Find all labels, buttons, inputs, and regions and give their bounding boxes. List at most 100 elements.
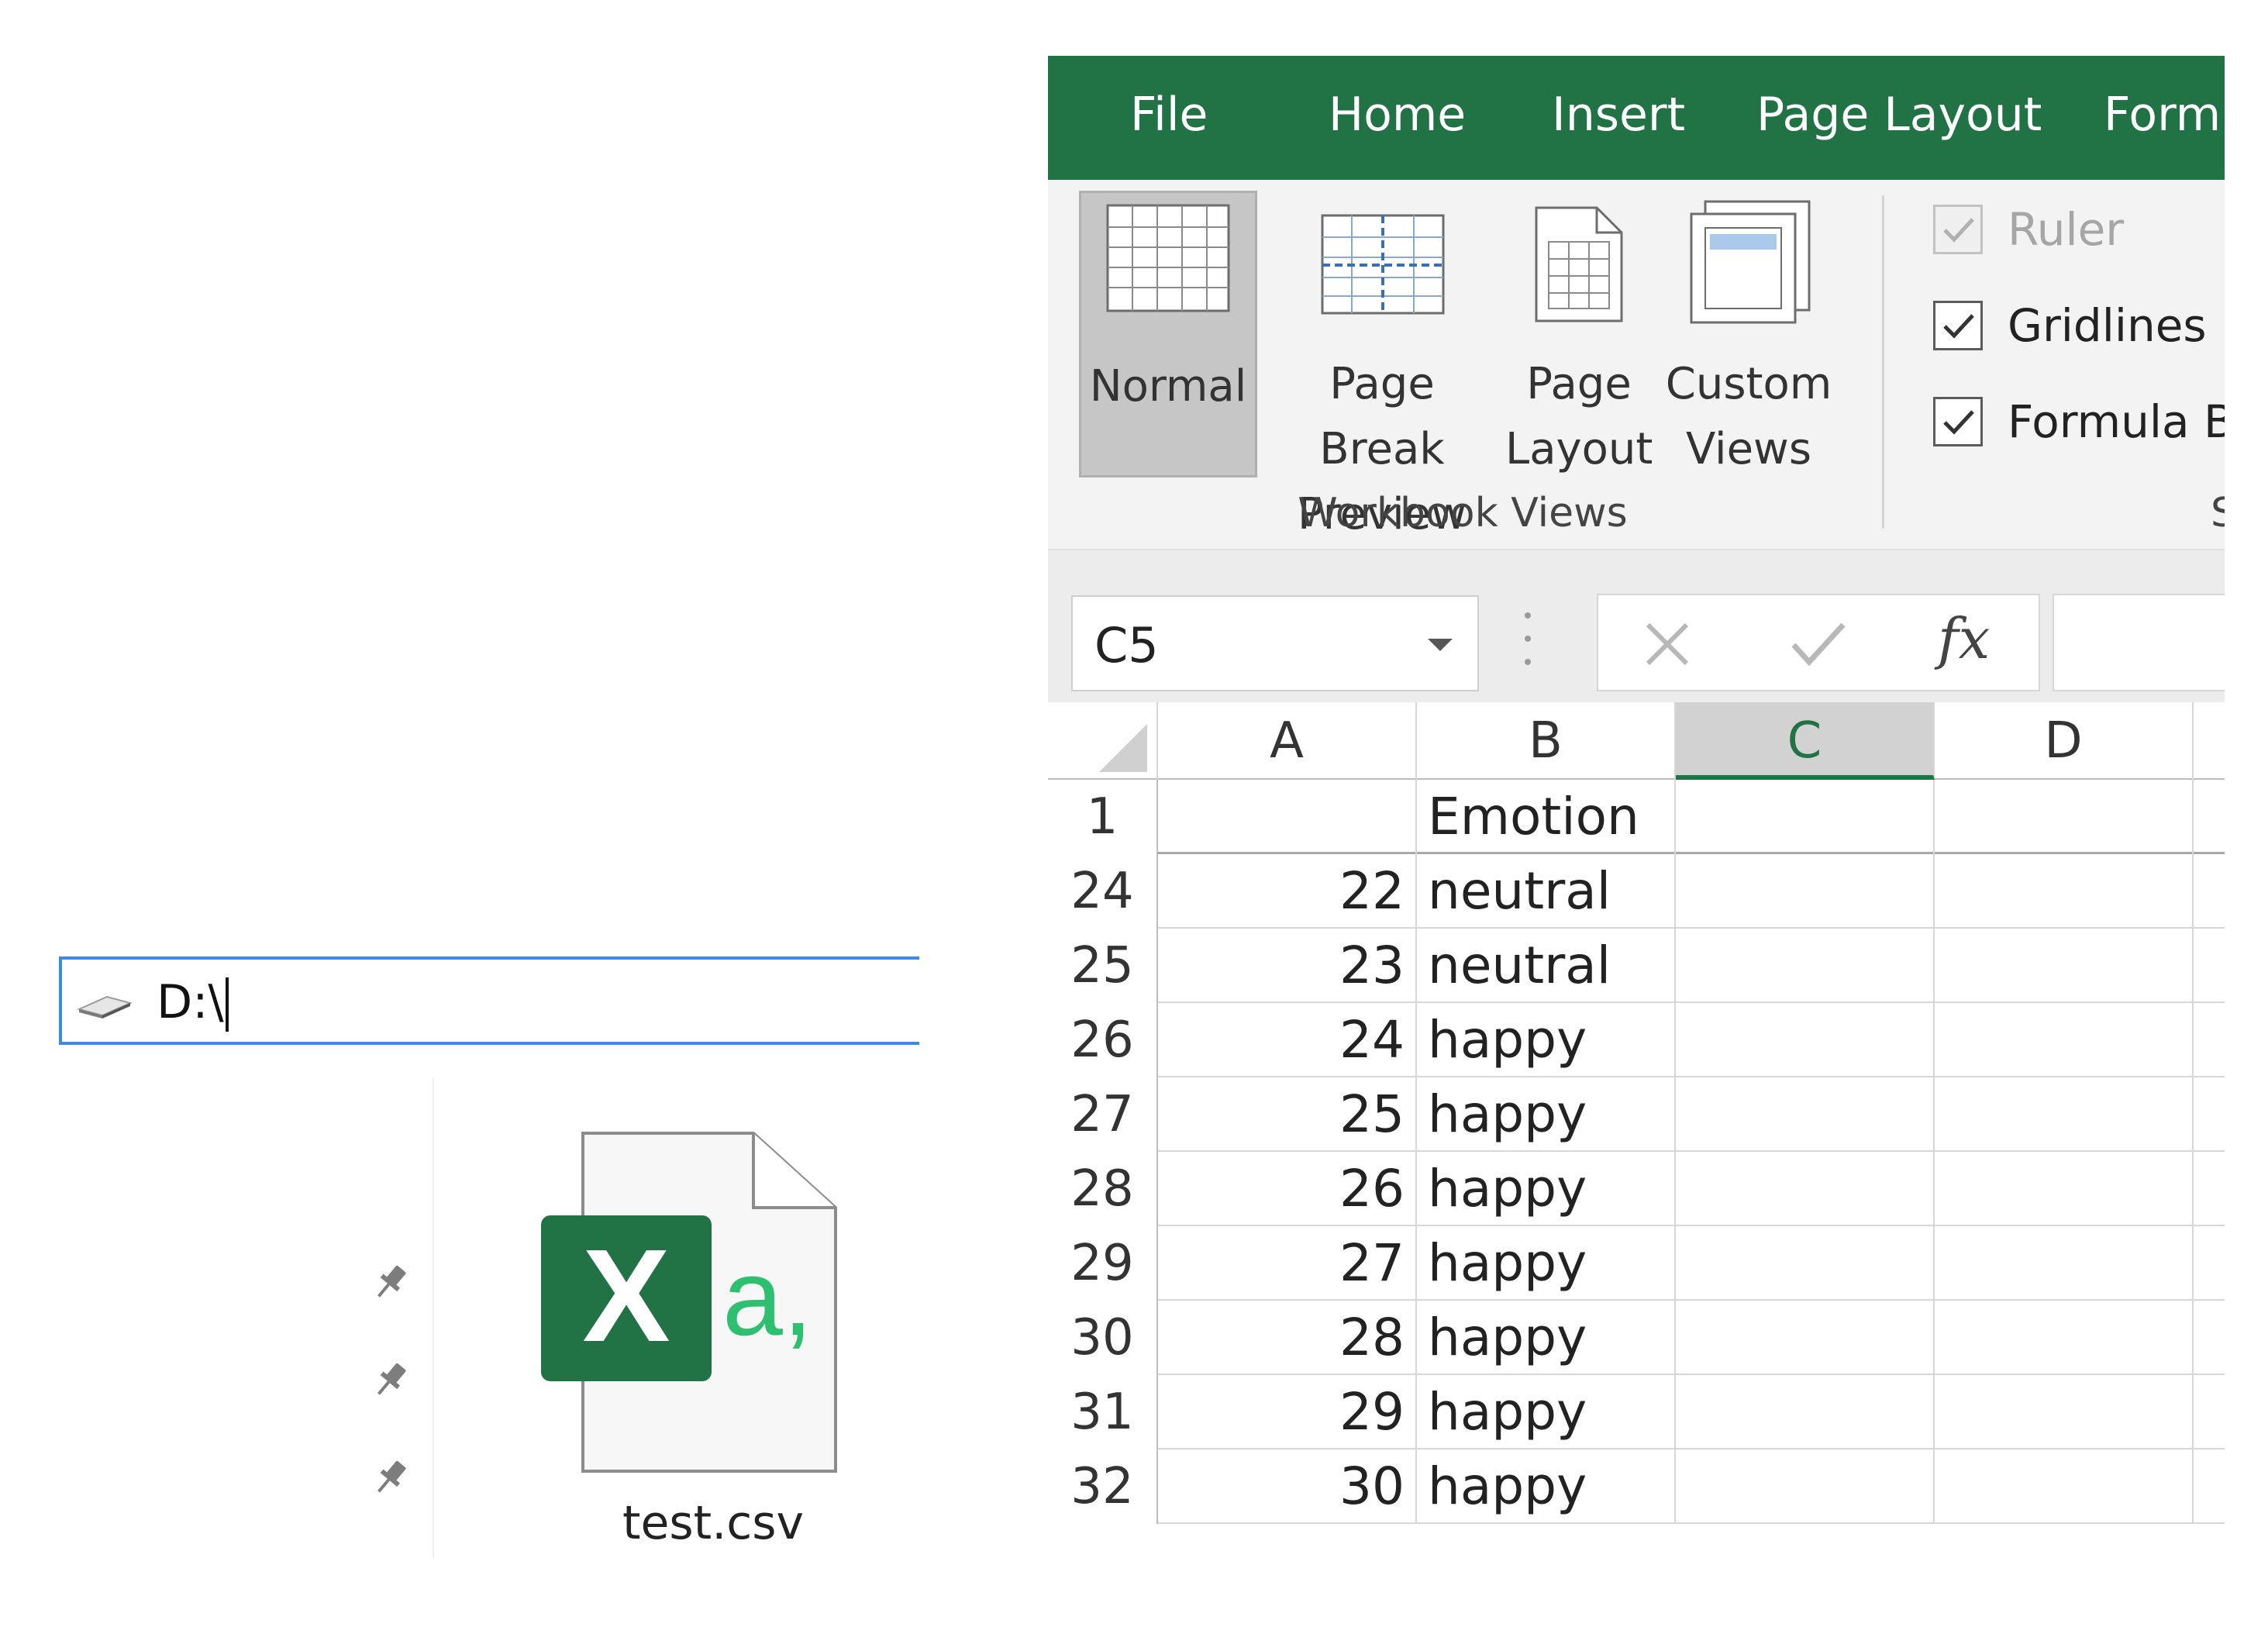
normal-view-button[interactable]: Normal (1079, 191, 1257, 477)
column-header-b[interactable]: B (1417, 702, 1676, 780)
page-break-preview-button[interactable]: Page Break Preview (1263, 191, 1501, 539)
cell-d[interactable] (1935, 854, 2194, 929)
pin-icon[interactable] (369, 1260, 412, 1304)
cell-e[interactable] (2194, 854, 2225, 929)
cell-e[interactable] (2194, 780, 2225, 854)
cell-a[interactable]: 29 (1158, 1375, 1417, 1449)
select-all-button[interactable] (1048, 702, 1158, 780)
cell-e[interactable] (2194, 1375, 2225, 1449)
row-header[interactable]: 24 (1048, 854, 1158, 929)
cell-b[interactable]: happy (1417, 1152, 1676, 1226)
cell-a[interactable]: 22 (1158, 854, 1417, 929)
ruler-checkbox[interactable]: Ruler (1933, 198, 2124, 260)
formula-input[interactable] (2053, 594, 2225, 691)
cell-e[interactable] (2194, 929, 2225, 1003)
cell-d[interactable] (1935, 1003, 2194, 1077)
cell-c[interactable] (1676, 1301, 1935, 1375)
column-header-a[interactable]: A (1158, 702, 1417, 780)
cell-b[interactable]: happy (1417, 1301, 1676, 1375)
cell-b[interactable]: happy (1417, 1375, 1676, 1449)
cell-d[interactable] (1935, 929, 2194, 1003)
nav-pane-divider[interactable] (433, 1077, 434, 1558)
row-header[interactable]: 31 (1048, 1375, 1158, 1449)
row-header[interactable]: 1 (1048, 780, 1158, 854)
cell-e[interactable] (2194, 1003, 2225, 1077)
cell-a[interactable]: 26 (1158, 1152, 1417, 1226)
insert-function-icon[interactable]: fx (1938, 606, 1990, 671)
tab-formulas[interactable]: Formu (2104, 87, 2225, 143)
cell-c[interactable] (1676, 929, 1935, 1003)
cell-d[interactable] (1935, 1226, 2194, 1301)
cell-c[interactable] (1676, 1077, 1935, 1152)
formula-bar-checkbox[interactable]: Formula Ba (1933, 391, 2225, 453)
cell-b[interactable]: Emotion (1417, 780, 1676, 854)
gridlines-check-box[interactable] (1933, 301, 1983, 350)
custom-views-button[interactable]: Custom Views (1657, 191, 1840, 477)
tab-file[interactable]: File (1130, 87, 1208, 143)
cell-d[interactable] (1935, 1375, 2194, 1449)
column-header-d[interactable]: D (1935, 702, 2194, 780)
page-layout-view-button[interactable]: Page Layout (1505, 191, 1653, 477)
row-header[interactable]: 26 (1048, 1003, 1158, 1077)
cell-c[interactable] (1676, 1449, 1935, 1524)
cell-b[interactable]: happy (1417, 1003, 1676, 1077)
cell-d[interactable] (1935, 1152, 2194, 1226)
cell-a[interactable]: 30 (1158, 1449, 1417, 1524)
formula-bar: C5 fx (1048, 550, 2225, 702)
cell-e[interactable] (2194, 1449, 2225, 1524)
name-box[interactable]: C5 (1071, 595, 1479, 691)
pin-icon[interactable] (369, 1358, 412, 1401)
gridlines-checkbox[interactable]: Gridlines (1933, 295, 2207, 357)
row-header[interactable]: 28 (1048, 1152, 1158, 1226)
row-header[interactable]: 29 (1048, 1226, 1158, 1301)
row-header[interactable]: 25 (1048, 929, 1158, 1003)
cell-a[interactable] (1158, 780, 1417, 854)
cell-c[interactable] (1676, 1152, 1935, 1226)
tab-page-layout[interactable]: Page Layout (1756, 87, 2042, 143)
cell-d[interactable] (1935, 780, 2194, 854)
cell-d[interactable] (1935, 1077, 2194, 1152)
cell-c[interactable] (1676, 854, 1935, 929)
select-all-triangle-icon (1099, 724, 1147, 772)
cell-b[interactable]: neutral (1417, 854, 1676, 929)
chevron-down-icon[interactable] (1428, 639, 1453, 651)
cell-a[interactable]: 25 (1158, 1077, 1417, 1152)
tab-home[interactable]: Home (1329, 87, 1466, 143)
enter-check-icon[interactable] (1789, 619, 1848, 670)
column-header-c[interactable]: C (1676, 702, 1935, 780)
file-item-test-csv[interactable]: X a, test.csv (535, 1132, 891, 1573)
cell-c[interactable] (1676, 780, 1935, 854)
row-header[interactable]: 32 (1048, 1449, 1158, 1524)
row-header[interactable]: 27 (1048, 1077, 1158, 1152)
cell-b[interactable]: happy (1417, 1226, 1676, 1301)
cell-b[interactable]: happy (1417, 1077, 1676, 1152)
cell-a[interactable]: 28 (1158, 1301, 1417, 1375)
cell-a[interactable]: 27 (1158, 1226, 1417, 1301)
cell-a[interactable]: 23 (1158, 929, 1417, 1003)
gridlines-label: Gridlines (2008, 299, 2207, 352)
cell-e[interactable] (2194, 1077, 2225, 1152)
ruler-check-box[interactable] (1933, 205, 1983, 254)
formula-bar-grip-icon[interactable] (1524, 605, 1532, 674)
cell-a[interactable]: 24 (1158, 1003, 1417, 1077)
cell-c[interactable] (1676, 1003, 1935, 1077)
address-bar[interactable]: D:\ (59, 956, 919, 1045)
cell-d[interactable] (1935, 1301, 2194, 1375)
cell-e[interactable] (2194, 1226, 2225, 1301)
cancel-icon[interactable] (1642, 619, 1693, 670)
cell-e[interactable] (2194, 1152, 2225, 1226)
cell-d[interactable] (1935, 1449, 2194, 1524)
pin-icon[interactable] (369, 1456, 412, 1499)
row-header[interactable]: 30 (1048, 1301, 1158, 1375)
formula-bar-check-box[interactable] (1933, 397, 1983, 446)
excel-window: File Home Insert Page Layout Formu Norma… (1048, 56, 2225, 1569)
address-input[interactable]: D:\ (157, 975, 229, 1032)
cell-b[interactable]: happy (1417, 1449, 1676, 1524)
cell-c[interactable] (1676, 1375, 1935, 1449)
tab-insert[interactable]: Insert (1552, 87, 1685, 143)
table-row: 24 22 neutral (1048, 854, 2225, 929)
file-explorer: D:\ X a, test.csv (0, 0, 1000, 1651)
cell-b[interactable]: neutral (1417, 929, 1676, 1003)
cell-c[interactable] (1676, 1226, 1935, 1301)
cell-e[interactable] (2194, 1301, 2225, 1375)
